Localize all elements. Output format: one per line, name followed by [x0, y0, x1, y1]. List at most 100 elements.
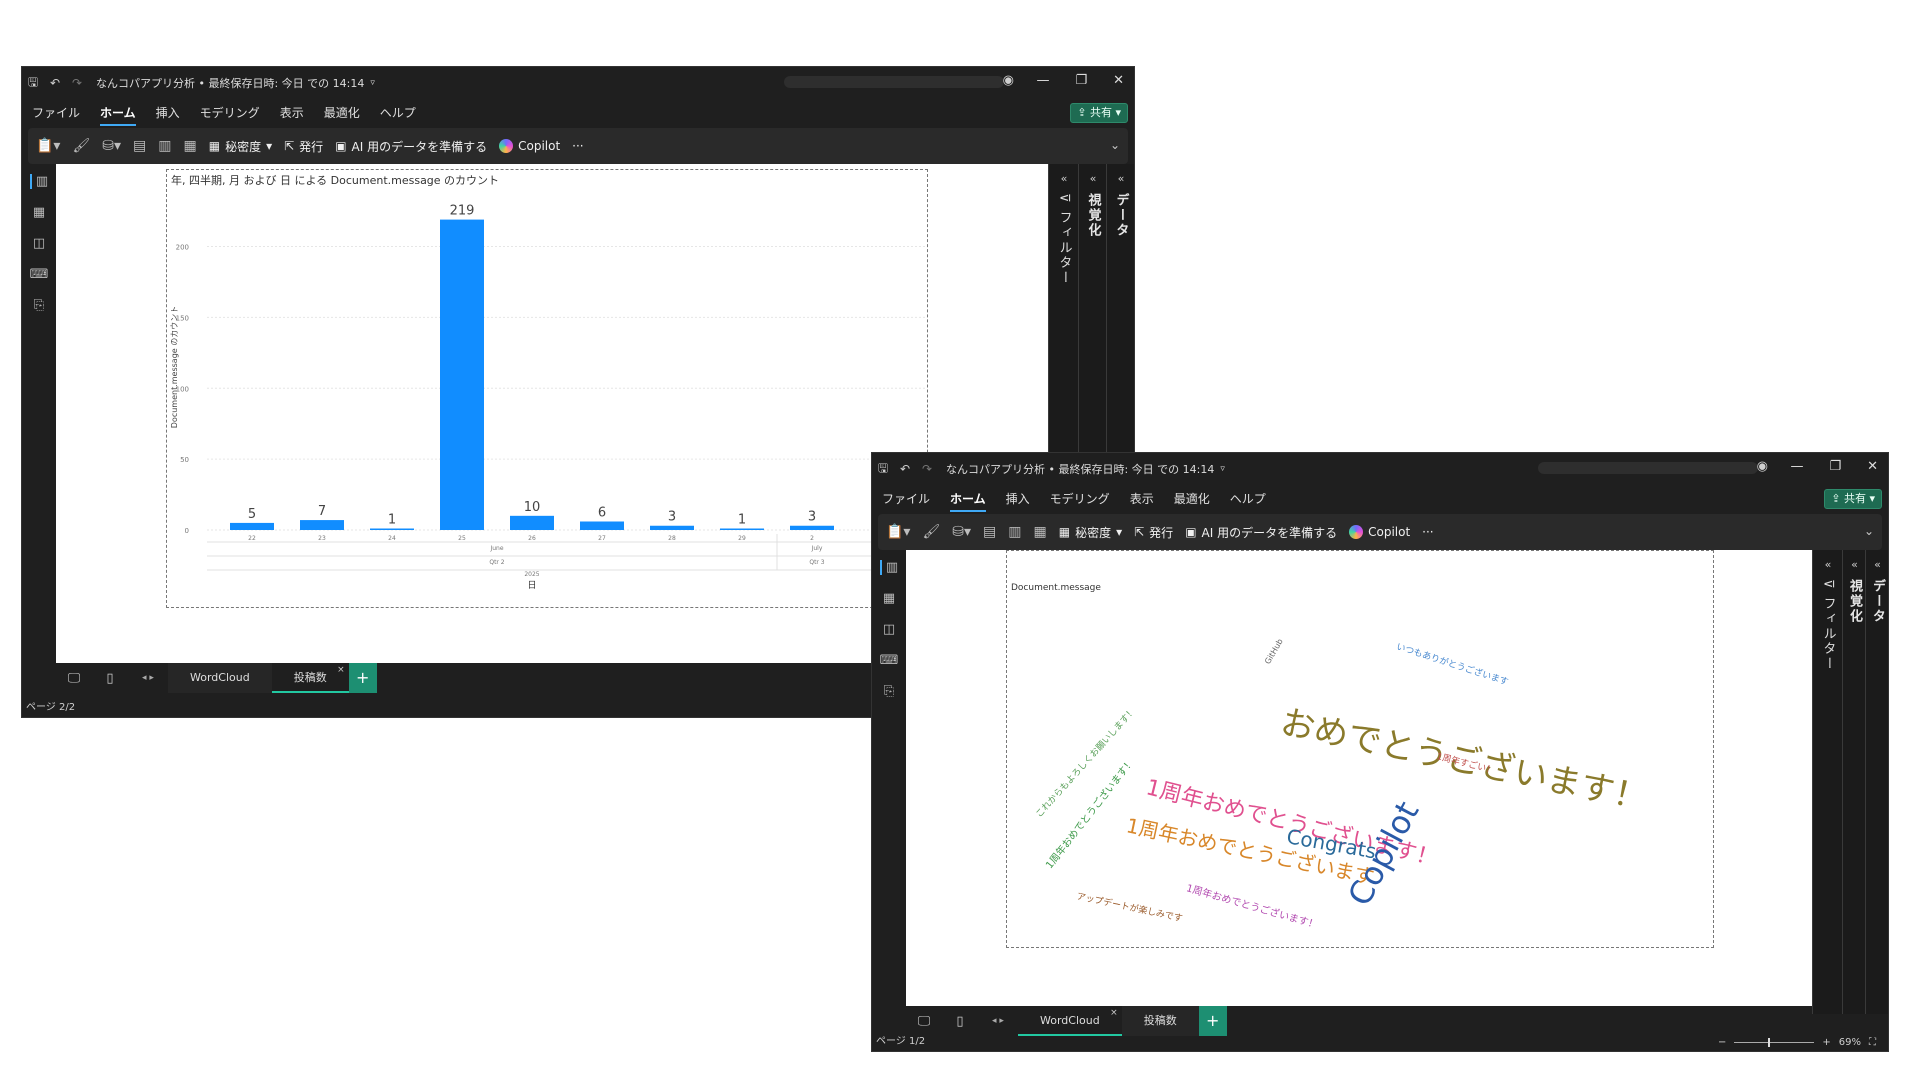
title-chevron-icon[interactable]: ▿: [1220, 464, 1225, 474]
mobile-layout-icon[interactable]: ▯: [942, 1014, 978, 1029]
expand-data-icon[interactable]: «: [1874, 558, 1881, 571]
menu-modeling[interactable]: モデリング: [1040, 490, 1120, 507]
zoom-slider[interactable]: [1734, 1038, 1815, 1047]
page-tab-wordcloud[interactable]: WordCloud: [168, 663, 272, 693]
account-email-redacted[interactable]: [784, 76, 1004, 88]
publish-button[interactable]: ⇱ 発行: [284, 138, 323, 155]
restore-icon[interactable]: ❐: [1829, 459, 1841, 474]
excel-icon[interactable]: ▤: [983, 524, 996, 540]
page-tab-posts[interactable]: 投稿数: [1121, 1006, 1199, 1036]
more-button[interactable]: ···: [572, 139, 583, 153]
menu-optimize[interactable]: 最適化: [1164, 490, 1220, 507]
save-icon[interactable]: 🖫: [872, 459, 894, 480]
format-painter-icon[interactable]: 🖌: [72, 138, 90, 154]
bar[interactable]: [370, 528, 414, 531]
person-icon[interactable]: ◉: [1003, 73, 1014, 88]
calculator-icon[interactable]: ▦: [1033, 524, 1046, 540]
bar[interactable]: [580, 521, 624, 530]
person-icon[interactable]: ◉: [1757, 459, 1768, 474]
close-icon[interactable]: ✕: [1867, 459, 1878, 474]
publish-button[interactable]: ⇱ 発行: [1134, 524, 1173, 541]
expand-visualizations-icon[interactable]: «: [1851, 558, 1858, 571]
undo-icon[interactable]: ↶: [894, 462, 916, 476]
tmdl-view-icon[interactable]: ⎘: [34, 298, 44, 313]
new-visual-icon[interactable]: ▥: [1008, 524, 1021, 540]
menu-file[interactable]: ファイル: [872, 490, 940, 507]
bar[interactable]: [510, 515, 554, 530]
undo-icon[interactable]: ↶: [44, 76, 66, 90]
bar[interactable]: [440, 219, 484, 530]
zoom-in-icon[interactable]: +: [1822, 1037, 1830, 1048]
bar[interactable]: [650, 525, 694, 530]
add-page-button[interactable]: +: [1198, 1006, 1227, 1036]
menu-view[interactable]: 表示: [270, 104, 314, 121]
dax-query-icon[interactable]: ⌨: [30, 267, 49, 282]
share-button[interactable]: ⇪ 共有 ▾: [1070, 103, 1128, 123]
ai-prep-button[interactable]: ▣ AI 用のデータを準備する: [1185, 524, 1337, 541]
tmdl-view-icon[interactable]: ⎘: [884, 684, 894, 699]
close-tab-icon[interactable]: ×: [337, 655, 345, 685]
new-visual-icon[interactable]: ▥: [158, 138, 171, 154]
collapse-filters-icon[interactable]: «: [1825, 558, 1832, 571]
close-icon[interactable]: ✕: [1113, 73, 1124, 88]
bar-chart-visual[interactable]: 年, 四半期, 月 および 日 による Document.message のカウ…: [166, 169, 928, 608]
bar[interactable]: [230, 522, 274, 530]
ribbon-collapse-icon[interactable]: ⌄: [1864, 524, 1874, 538]
collapse-filters-icon[interactable]: «: [1061, 172, 1068, 185]
share-button[interactable]: ⇪ 共有 ▾: [1824, 489, 1882, 509]
more-button[interactable]: ···: [1422, 525, 1433, 539]
excel-icon[interactable]: ▤: [133, 138, 146, 154]
restore-icon[interactable]: ❐: [1075, 73, 1087, 88]
bar[interactable]: [720, 528, 764, 531]
page-nav-arrows-icon[interactable]: ◂ ▸: [978, 1016, 1018, 1026]
menu-view[interactable]: 表示: [1120, 490, 1164, 507]
bar[interactable]: [300, 520, 344, 530]
menu-insert[interactable]: 挿入: [146, 104, 190, 121]
page-tab-posts[interactable]: 投稿数 ×: [271, 663, 349, 693]
calculator-icon[interactable]: ▦: [183, 138, 196, 154]
menu-help[interactable]: ヘルプ: [370, 104, 426, 121]
table-view-icon[interactable]: ▦: [33, 205, 45, 220]
table-view-icon[interactable]: ▦: [883, 591, 895, 606]
mobile-layout-icon[interactable]: ▯: [92, 671, 128, 686]
visualizations-pane-collapsed[interactable]: « 視覚化: [1842, 550, 1866, 1014]
data-pane-collapsed[interactable]: « データ: [1865, 550, 1888, 1014]
model-view-icon[interactable]: ◫: [883, 622, 895, 637]
report-canvas[interactable]: Document.message おめでとうございます！ 1周年おめでとうございま…: [906, 550, 1812, 1006]
redo-icon[interactable]: ↷: [916, 462, 938, 476]
account-email-redacted[interactable]: [1538, 462, 1758, 474]
ai-prep-button[interactable]: ▣ AI 用のデータを準備する: [335, 138, 487, 155]
ribbon-collapse-icon[interactable]: ⌄: [1110, 138, 1120, 152]
filters-pane-collapsed[interactable]: « ⊽ フィルター: [1812, 550, 1843, 1014]
page-tab-wordcloud[interactable]: WordCloud ×: [1018, 1006, 1122, 1036]
report-view-icon[interactable]: ▥: [879, 560, 898, 575]
desktop-layout-icon[interactable]: 🖵: [906, 1014, 942, 1029]
save-icon[interactable]: 🖫: [22, 73, 44, 94]
redo-icon[interactable]: ↷: [66, 76, 88, 90]
fit-to-page-icon[interactable]: ⛶: [1869, 1037, 1876, 1048]
menu-help[interactable]: ヘルプ: [1220, 490, 1276, 507]
menu-file[interactable]: ファイル: [22, 104, 90, 121]
get-data-icon[interactable]: ⛁▾: [102, 138, 121, 154]
minimize-icon[interactable]: —: [1036, 73, 1049, 88]
format-painter-icon[interactable]: 🖌: [922, 524, 940, 540]
report-view-icon[interactable]: ▥: [29, 174, 48, 189]
sensitivity-button[interactable]: ▦ 秘密度 ▾: [1059, 524, 1122, 541]
expand-visualizations-icon[interactable]: «: [1090, 172, 1097, 185]
model-view-icon[interactable]: ◫: [33, 236, 45, 251]
add-page-button[interactable]: +: [348, 663, 377, 693]
get-data-icon[interactable]: ⛁▾: [952, 524, 971, 540]
expand-data-icon[interactable]: «: [1118, 172, 1125, 185]
zoom-out-icon[interactable]: −: [1718, 1037, 1726, 1048]
paste-icon[interactable]: 📋▾: [36, 138, 60, 154]
paste-icon[interactable]: 📋▾: [886, 524, 910, 540]
sensitivity-button[interactable]: ▦ 秘密度 ▾: [209, 138, 272, 155]
menu-home[interactable]: ホーム: [90, 104, 146, 126]
desktop-layout-icon[interactable]: 🖵: [56, 671, 92, 686]
menu-insert[interactable]: 挿入: [996, 490, 1040, 507]
copilot-button[interactable]: Copilot: [499, 139, 560, 153]
menu-optimize[interactable]: 最適化: [314, 104, 370, 121]
dax-query-icon[interactable]: ⌨: [880, 653, 899, 668]
menu-modeling[interactable]: モデリング: [190, 104, 270, 121]
title-chevron-icon[interactable]: ▿: [370, 78, 375, 88]
